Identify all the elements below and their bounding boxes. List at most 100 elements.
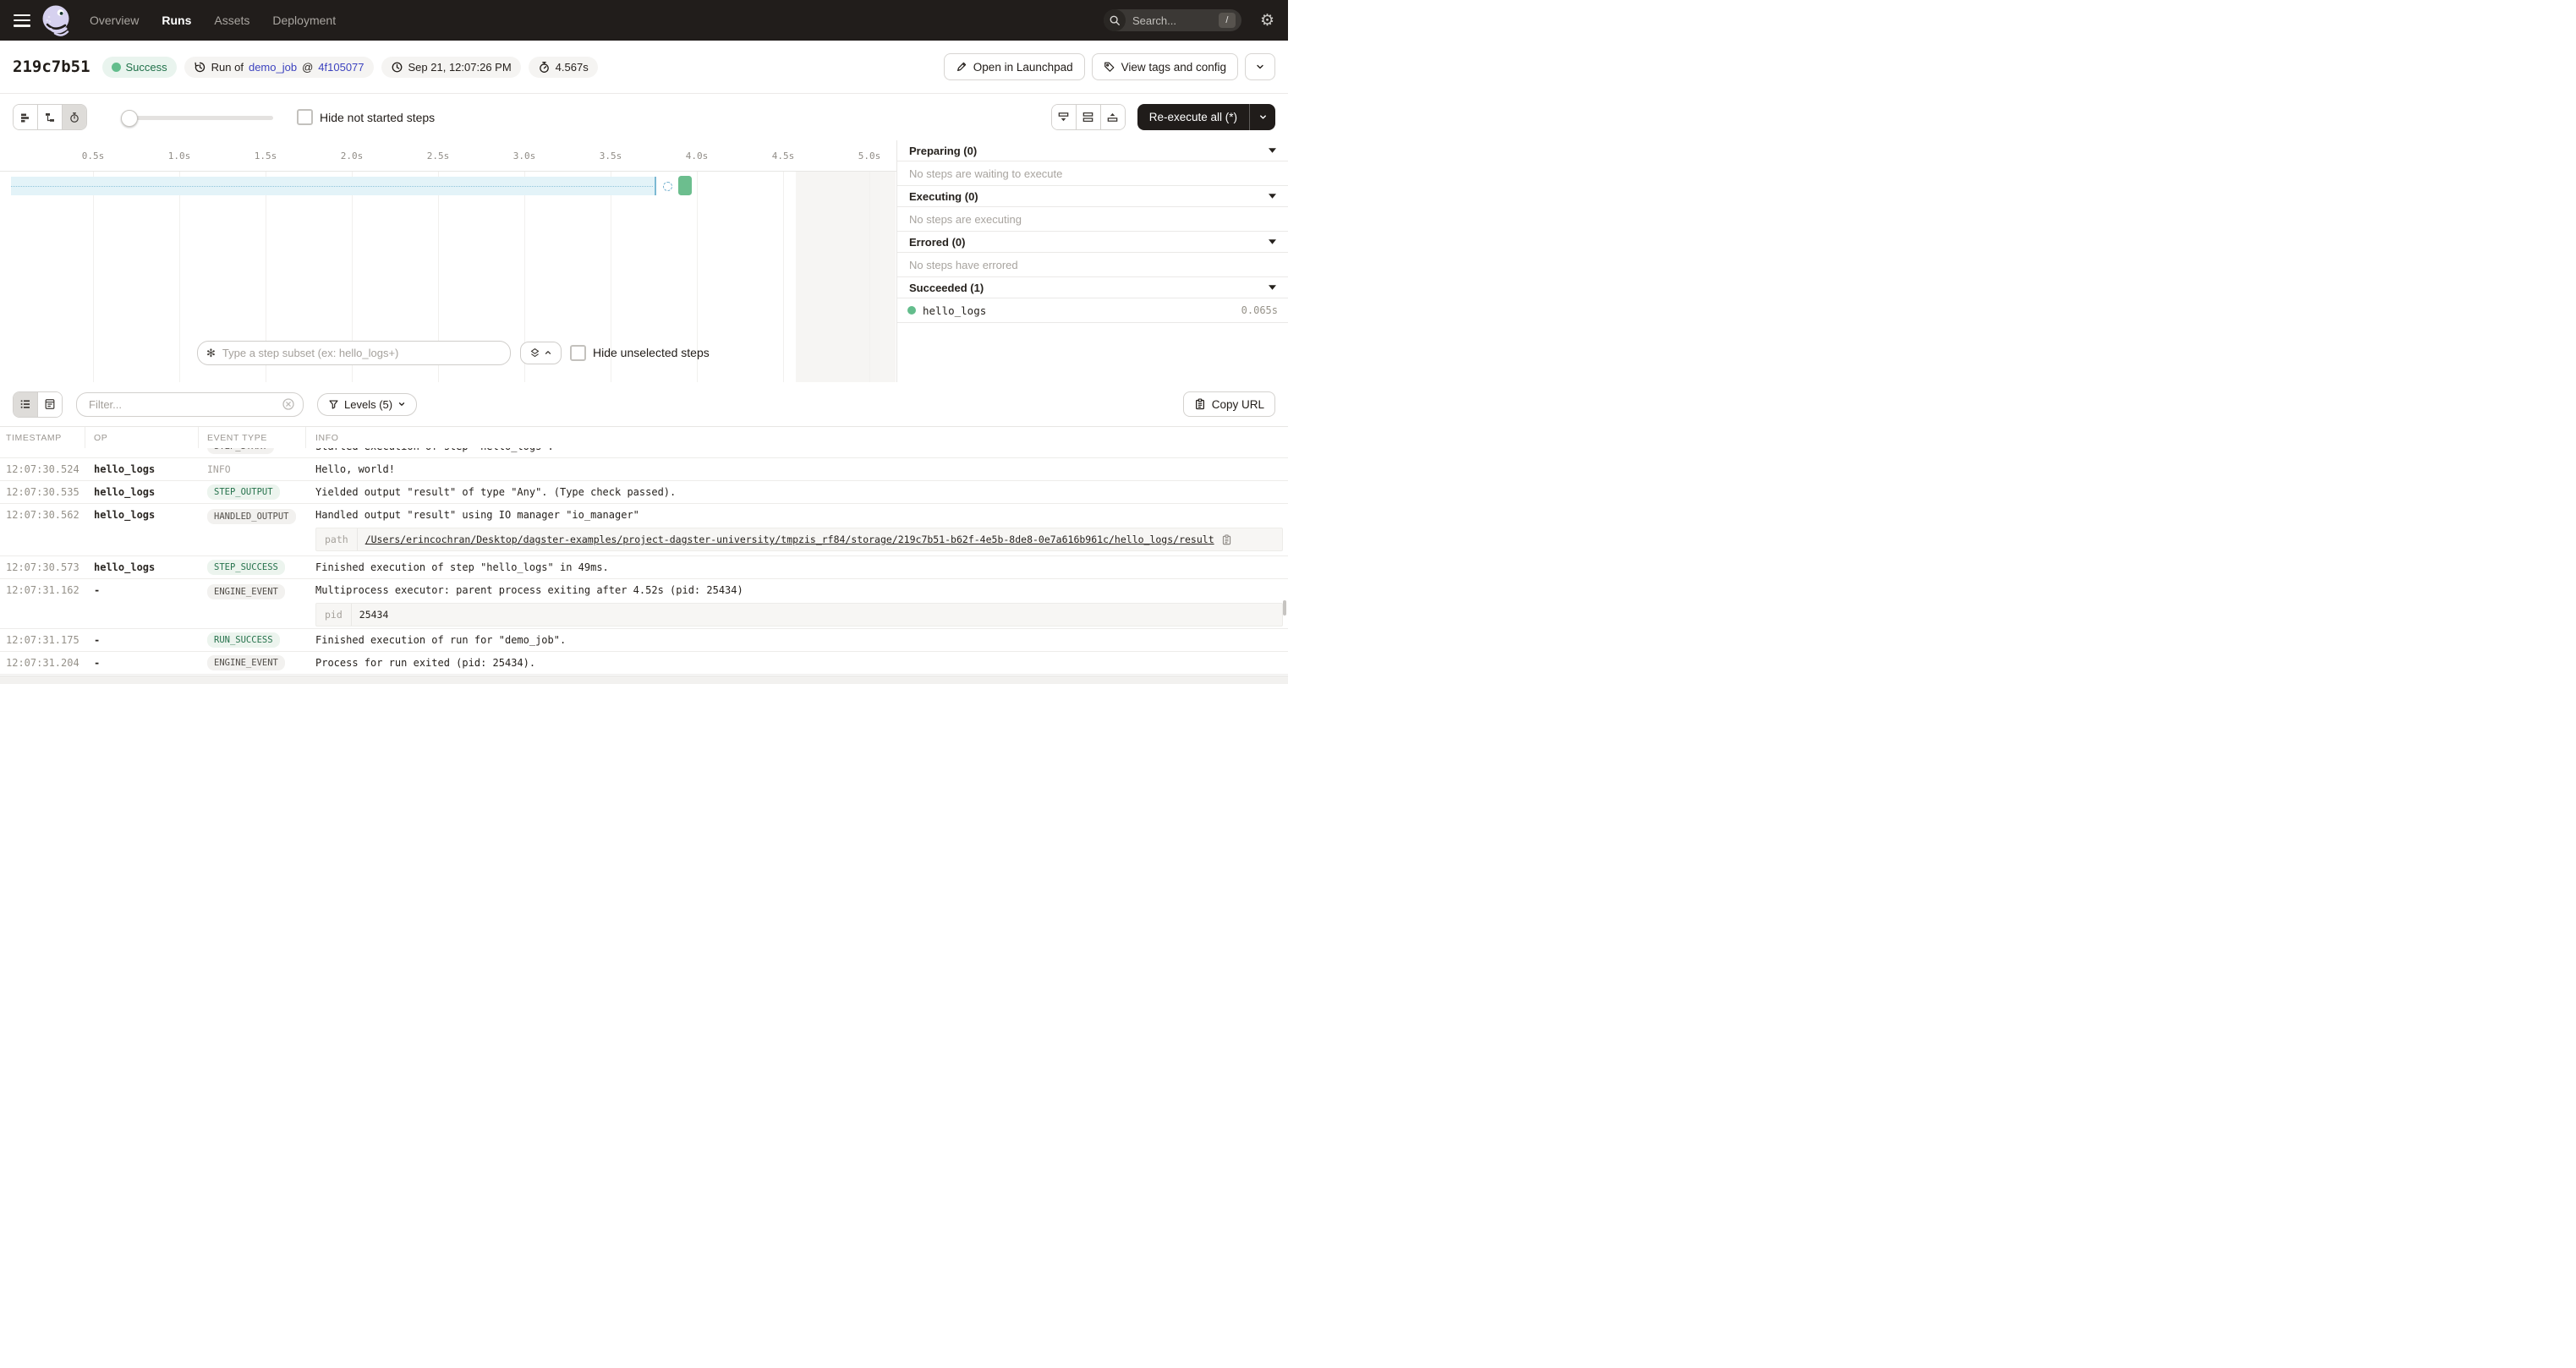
path-link[interactable]: /Users/erincochran/Desktop/dagster-examp… — [365, 534, 1214, 545]
gantt-step-bar-hello-logs[interactable] — [678, 176, 692, 195]
run-of-pill: Run of demo_job @ 4f105077 — [184, 57, 374, 78]
log-row-step-output[interactable]: 12:07:30.535 hello_logs STEP_OUTPUT Yiel… — [0, 481, 1288, 504]
gantt-timeline-axis: 0.5s 1.0s 1.5s 2.0s 2.5s 3.0s 3.5s 4.0s … — [0, 140, 896, 172]
step-subset-box[interactable]: ✻ — [197, 341, 511, 365]
zoom-slider-knob[interactable] — [121, 110, 138, 127]
log-table-rows: STEP_START Started execution of step "he… — [0, 448, 1288, 676]
nav-item-runs[interactable]: Runs — [162, 14, 191, 27]
gantt-toolbar: Hide not started steps Re-execute all (*… — [0, 94, 1288, 141]
view-timed-icon[interactable] — [63, 105, 86, 129]
copy-path-icon[interactable] — [1221, 534, 1232, 545]
dagster-run-page: Overview Runs Assets Deployment / ⚙ 219c… — [0, 0, 1288, 684]
hide-not-started-checkbox[interactable] — [297, 109, 313, 125]
log-toolbar: Levels (5) Copy URL — [0, 382, 1288, 427]
horizontal-scrollbar-track[interactable] — [0, 676, 1288, 684]
metadata-path-box: path /Users/erincochran/Desktop/dagster-… — [315, 528, 1283, 551]
run-actions-dropdown-button[interactable] — [1245, 53, 1275, 80]
panel-layout-toggle — [1051, 104, 1126, 130]
log-filter-box[interactable] — [76, 392, 304, 417]
event-type-badge: ENGINE_EVENT — [207, 584, 285, 599]
chevron-up-icon — [544, 348, 552, 357]
clear-filter-icon[interactable] — [282, 397, 295, 411]
section-errored[interactable]: Errored (0) — [897, 232, 1288, 253]
section-succeeded[interactable]: Succeeded (1) — [897, 277, 1288, 298]
log-structured-view-icon[interactable] — [38, 392, 62, 417]
section-executing[interactable]: Executing (0) — [897, 186, 1288, 207]
nav-item-overview[interactable]: Overview — [90, 14, 139, 27]
executing-empty-text: No steps are executing — [897, 207, 1288, 232]
chevron-down-icon — [1258, 112, 1268, 122]
zoom-slider-track[interactable] — [121, 116, 273, 120]
copy-url-button[interactable]: Copy URL — [1183, 391, 1275, 417]
gantt-waiting-dotted-line — [11, 186, 653, 187]
log-row-step-start[interactable]: STEP_START Started execution of step "he… — [0, 448, 1288, 458]
panel-collapse-down-icon[interactable] — [1052, 105, 1077, 129]
dagster-logo-icon[interactable] — [39, 3, 73, 38]
log-list-view-icon[interactable] — [14, 392, 38, 417]
search-box[interactable]: / — [1104, 9, 1241, 31]
history-icon — [194, 61, 206, 74]
log-scrollbar-thumb[interactable] — [1283, 600, 1286, 616]
gantt-step-marker-icon[interactable] — [663, 182, 672, 191]
col-header-timestamp: TIMESTAMP — [0, 433, 85, 443]
stopwatch-icon — [538, 61, 551, 74]
gantt-section: 0.5s 1.0s 1.5s 2.0s 2.5s 3.0s 3.5s 4.0s … — [0, 140, 1288, 383]
col-header-info: INFO — [305, 433, 1288, 443]
caret-down-icon — [1269, 148, 1276, 153]
axis-tick: 3.0s — [513, 150, 536, 161]
graph-query-toggle-button[interactable] — [520, 342, 562, 364]
clock-icon — [391, 61, 403, 74]
axis-tick: 1.5s — [255, 150, 277, 161]
log-row-engine-event[interactable]: 12:07:31.162 - ENGINE_EVENT Multiprocess… — [0, 579, 1288, 629]
reexecute-dropdown-button[interactable] — [1250, 112, 1275, 122]
tag-icon — [1104, 61, 1115, 73]
axis-tick: 0.5s — [82, 150, 105, 161]
hamburger-menu-icon[interactable] — [14, 14, 30, 27]
reexecute-all-button[interactable]: Re-execute all (*) — [1137, 111, 1249, 123]
step-subset-input[interactable] — [221, 346, 501, 360]
reexecute-split-button: Re-execute all (*) — [1137, 104, 1275, 130]
log-row-handled-output[interactable]: 12:07:30.562 hello_logs HANDLED_OUTPUT H… — [0, 504, 1288, 556]
event-type-badge: ENGINE_EVENT — [207, 655, 285, 670]
axis-tick: 4.5s — [772, 150, 795, 161]
axis-tick: 4.0s — [686, 150, 709, 161]
nav-links: Overview Runs Assets Deployment — [90, 14, 336, 27]
section-preparing[interactable]: Preparing (0) — [897, 140, 1288, 161]
log-filter-input[interactable] — [87, 397, 282, 412]
zoom-slider[interactable] — [121, 109, 273, 126]
panel-collapse-up-icon[interactable] — [1101, 105, 1125, 129]
commit-link[interactable]: 4f105077 — [318, 61, 364, 74]
nav-item-deployment[interactable]: Deployment — [272, 14, 336, 27]
log-row-step-success[interactable]: 12:07:30.573 hello_logs STEP_SUCCESS Fin… — [0, 556, 1288, 579]
metadata-pid-box: pid 25434 — [315, 603, 1283, 627]
event-type-badge: HANDLED_OUTPUT — [207, 509, 296, 524]
errored-empty-text: No steps have errored — [897, 253, 1288, 277]
hide-unselected-checkbox[interactable] — [570, 345, 586, 361]
view-waterfall-icon[interactable] — [38, 105, 63, 129]
log-row-engine-event-exit[interactable]: 12:07:31.204 - ENGINE_EVENT Process for … — [0, 652, 1288, 675]
log-table-header: TIMESTAMP OP EVENT TYPE INFO — [0, 427, 1288, 449]
event-type-badge: STEP_START — [207, 448, 274, 454]
duration-pill: 4.567s — [529, 57, 598, 78]
chevron-down-icon — [1255, 62, 1265, 72]
axis-tick: 1.0s — [168, 150, 191, 161]
view-tags-config-button[interactable]: View tags and config — [1092, 53, 1238, 80]
view-flat-icon[interactable] — [14, 105, 38, 129]
panel-split-icon[interactable] — [1077, 105, 1101, 129]
log-row-info[interactable]: 12:07:30.524 hello_logs INFO Hello, worl… — [0, 458, 1288, 481]
status-badge: Success — [102, 57, 177, 78]
axis-tick: 3.5s — [600, 150, 622, 161]
nav-item-assets[interactable]: Assets — [214, 14, 249, 27]
succeeded-step-row[interactable]: hello_logs 0.065s — [897, 298, 1288, 323]
gantt-chart: 0.5s 1.0s 1.5s 2.0s 2.5s 3.0s 3.5s 4.0s … — [0, 140, 896, 382]
caret-down-icon — [1269, 194, 1276, 199]
gear-icon[interactable]: ⚙ — [1260, 13, 1274, 29]
step-subset-row: ✻ Hide unselected steps — [0, 341, 710, 364]
pencil-icon — [956, 61, 967, 73]
levels-filter-button[interactable]: Levels (5) — [317, 393, 417, 416]
search-input[interactable] — [1131, 14, 1207, 28]
job-link[interactable]: demo_job — [249, 61, 297, 74]
open-in-launchpad-button[interactable]: Open in Launchpad — [944, 53, 1085, 80]
log-row-run-success[interactable]: 12:07:31.175 - RUN_SUCCESS Finished exec… — [0, 629, 1288, 652]
chevron-down-icon — [397, 400, 406, 408]
